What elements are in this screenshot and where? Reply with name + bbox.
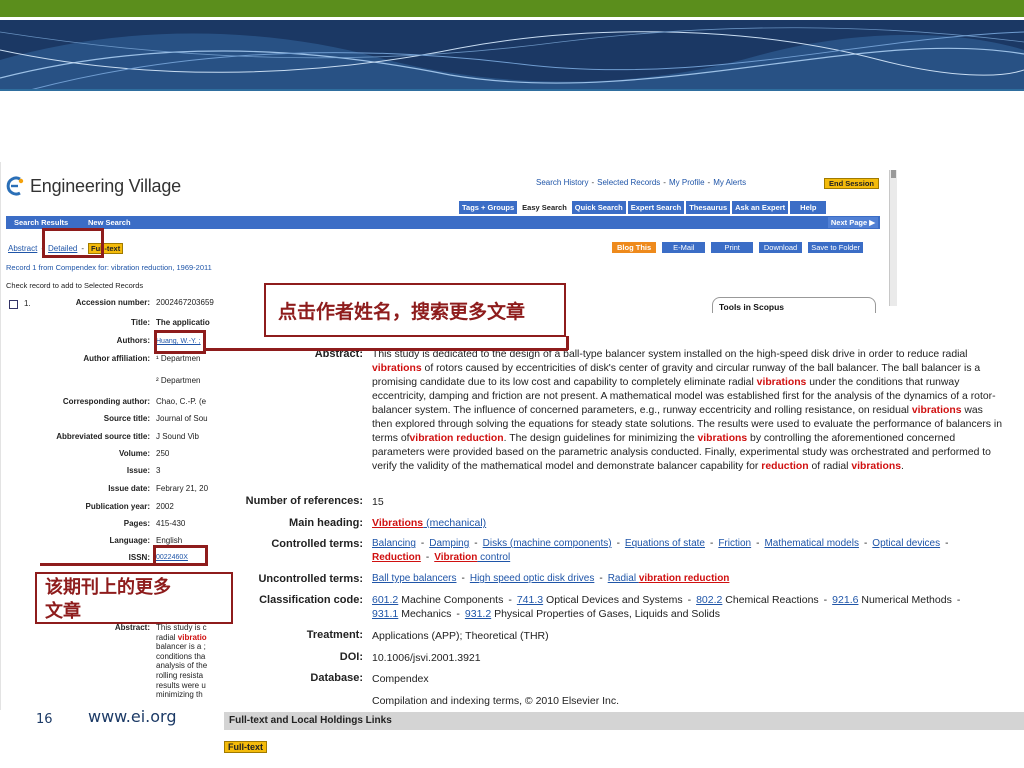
download-button[interactable]: Download: [758, 242, 803, 253]
uncontrolled-terms-label: Uncontrolled terms:: [258, 573, 363, 585]
header-banner: [0, 20, 1024, 90]
banner-wave-graphic: [0, 20, 1024, 90]
callout-line-issn: [40, 563, 155, 566]
database-value: Compendex: [372, 673, 429, 685]
tools-in-scopus-title: Tools in Scopus: [719, 302, 785, 312]
abstract-text: This study is dedicated to the design of…: [372, 349, 1002, 472]
code-931-2[interactable]: 931.2: [465, 608, 491, 620]
top-links: Search History - Selected Records - My Profi…: [536, 178, 747, 187]
end-session-button[interactable]: End Session: [824, 178, 879, 189]
term-balancing[interactable]: Balancing: [372, 538, 416, 549]
search-results-button[interactable]: Search Results: [14, 218, 68, 228]
code-931-1[interactable]: 931.1: [372, 608, 398, 620]
record-detail-panel: Abstract: This study is dedicated to the…: [214, 348, 1024, 713]
new-search-button[interactable]: New Search: [88, 218, 131, 228]
record-info: Record 1 from Compendex for: vibration r…: [6, 263, 212, 272]
check-record-hint: Check record to add to Selected Records: [6, 281, 144, 290]
main-heading-label: Main heading:: [289, 517, 363, 529]
blog-this-button[interactable]: Blog This: [612, 242, 657, 253]
highlight-box-author: [154, 330, 206, 354]
results-navbar: Search Results New Search Next Page ▶: [6, 216, 880, 229]
database-label: Database:: [310, 672, 363, 684]
next-page-button[interactable]: Next Page ▶: [827, 217, 878, 228]
tab-expert-search[interactable]: Expert Search: [627, 201, 685, 214]
uncontrolled-terms-value: Ball type balancers - High speed optic dis…: [372, 573, 730, 584]
highlight-box-issn: [153, 545, 208, 566]
controlled-terms-line2: Reduction - Vibration control: [372, 552, 511, 563]
term-radial-vibration-reduction[interactable]: Radial: [608, 573, 639, 584]
term-disks[interactable]: Disks (machine components): [483, 538, 612, 549]
term-optical-devices[interactable]: Optical devices: [872, 538, 940, 549]
term-reduction[interactable]: Reduction: [372, 552, 421, 563]
treatment-value: Applications (APP); Theoretical (THR): [372, 630, 549, 642]
code-921-6[interactable]: 921.6: [832, 594, 858, 606]
save-to-folder-button[interactable]: Save to Folder: [808, 242, 863, 253]
my-alerts-link[interactable]: My Alerts: [713, 178, 746, 187]
header-green-strip: [0, 0, 1024, 17]
engineering-village-logo[interactable]: Engineering Village: [6, 175, 181, 197]
fulltext-links-header: Full-text and Local Holdings Links: [224, 712, 1024, 730]
abstract-link[interactable]: Abstract: [8, 244, 37, 253]
term-ball-type-balancers[interactable]: Ball type balancers: [372, 573, 457, 584]
term-equations-of-state[interactable]: Equations of state: [625, 538, 705, 549]
main-heading-value[interactable]: Vibrations (mechanical): [372, 517, 486, 529]
presentation-slide: Engineering Village Search History - Selec…: [0, 0, 1024, 768]
classification-code-label: Classification code:: [259, 594, 363, 606]
num-refs-label: Number of references:: [245, 495, 363, 507]
term-friction[interactable]: Friction: [718, 538, 751, 549]
ev-logo-text: Engineering Village: [30, 175, 181, 196]
code-802-2[interactable]: 802.2: [696, 594, 722, 606]
copyright-text: Compilation and indexing terms, © 2010 E…: [372, 695, 620, 707]
code-741-3[interactable]: 741.3: [517, 594, 543, 606]
slide-site-url: www.ei.org: [88, 707, 177, 726]
callout-line-author: [206, 348, 568, 351]
email-button[interactable]: E-Mail: [662, 242, 706, 253]
tab-ask-an-expert[interactable]: Ask an Expert: [732, 201, 789, 214]
doi-value: 10.1006/jsvi.2001.3921: [372, 652, 481, 664]
controlled-terms-label: Controlled terms:: [271, 538, 363, 550]
screenshot-scrollbar[interactable]: [889, 170, 897, 306]
controlled-terms-line1: Balancing - Damping - Disks (machine compone…: [372, 538, 949, 549]
num-refs-value: 15: [372, 496, 384, 508]
issn-tip-callout: 该期刊上的更多 文章: [35, 572, 233, 624]
slide-page-number: 16: [36, 712, 53, 727]
record-checkbox[interactable]: [9, 300, 18, 309]
term-damping[interactable]: Damping: [429, 538, 469, 549]
search-history-link[interactable]: Search History: [536, 178, 588, 187]
tab-easy-search[interactable]: Easy Search: [519, 201, 570, 214]
fulltext-button[interactable]: Full-text: [224, 741, 267, 753]
selected-records-link[interactable]: Selected Records: [597, 178, 660, 187]
treatment-label: Treatment:: [306, 629, 363, 641]
doi-label: DOI:: [339, 651, 363, 663]
term-high-speed-optic-disk-drives[interactable]: High speed optic disk drives: [470, 573, 595, 584]
highlight-box-record-format: [42, 228, 104, 258]
author-tip-callout: 点击作者姓名，搜索更多文章: [264, 283, 566, 337]
term-mathematical-models[interactable]: Mathematical models: [764, 538, 858, 549]
tab-quick-search[interactable]: Quick Search: [571, 201, 626, 214]
tools-in-scopus-box: Tools in Scopus: [712, 297, 876, 313]
record-number: 1.: [24, 299, 31, 308]
record-actions: Blog This E-Mail Print Download Save to …: [612, 242, 869, 253]
tab-thesaurus[interactable]: Thesaurus: [686, 201, 731, 214]
print-button[interactable]: Print: [711, 242, 753, 253]
code-601-2[interactable]: 601.2: [372, 594, 398, 606]
classification-line2: 931.1 Mechanics -931.2 Physical Propertie…: [372, 608, 720, 620]
tab-tags-groups[interactable]: Tags + Groups: [459, 201, 518, 214]
banner-bottom-rule: [0, 89, 1024, 91]
callout-line-author-vertical: [566, 336, 569, 350]
search-tabs: Tags + Groups Easy Search Quick Search E…: [459, 201, 828, 214]
ev-logo-icon: [6, 176, 24, 196]
term-vibration-control[interactable]: Vibration: [434, 552, 477, 563]
classification-line1: 601.2 Machine Components -741.3 Optical D…: [372, 594, 961, 606]
abstract-preview: This study is c radial vibratio balancer…: [156, 623, 208, 700]
tab-help[interactable]: Help: [790, 201, 827, 214]
my-profile-link[interactable]: My Profile: [669, 178, 705, 187]
